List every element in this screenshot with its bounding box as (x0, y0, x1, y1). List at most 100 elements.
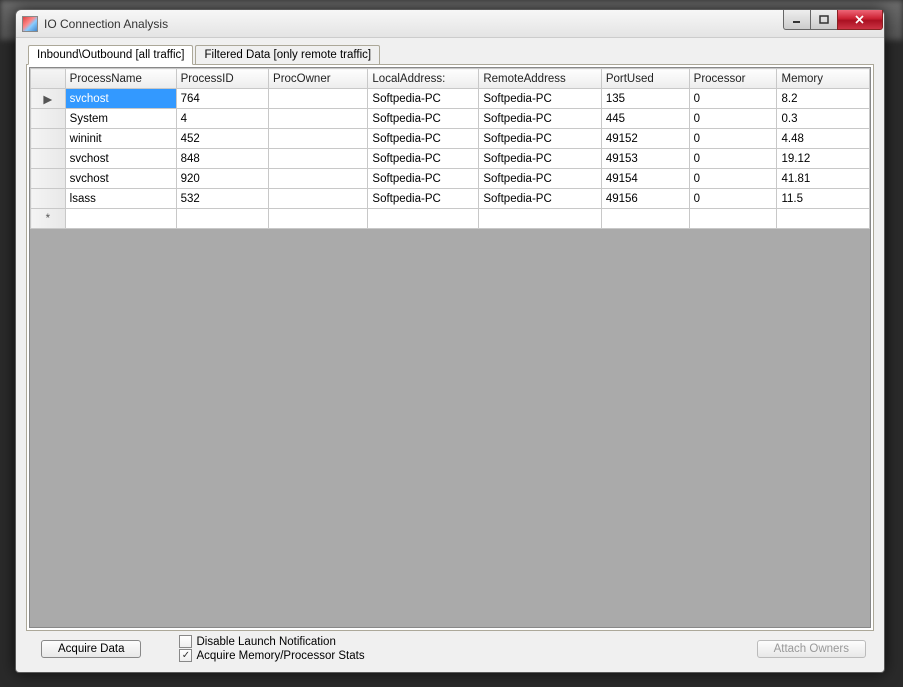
data-grid[interactable]: ProcessNameProcessIDProcOwnerLocalAddres… (29, 67, 871, 628)
cell[interactable]: wininit (65, 129, 176, 149)
cell[interactable] (269, 169, 368, 189)
table-row[interactable]: wininit452Softpedia-PCSoftpedia-PC491520… (31, 129, 870, 149)
table-row[interactable]: System4Softpedia-PCSoftpedia-PC44500.3 (31, 109, 870, 129)
title-bar[interactable]: IO Connection Analysis (16, 10, 884, 38)
cell[interactable]: 0 (689, 189, 777, 209)
cell[interactable]: 4.48 (777, 129, 870, 149)
row-header[interactable]: ▶ (31, 89, 66, 109)
cell[interactable]: 445 (601, 109, 689, 129)
window-controls (784, 10, 884, 30)
cell[interactable] (269, 89, 368, 109)
cell[interactable]: 0 (689, 89, 777, 109)
cell[interactable]: Softpedia-PC (479, 189, 601, 209)
minimize-button[interactable] (783, 10, 811, 30)
cell[interactable]: 11.5 (777, 189, 870, 209)
cell[interactable]: 764 (176, 89, 268, 109)
row-header[interactable] (31, 149, 66, 169)
tab-content: ProcessNameProcessIDProcOwnerLocalAddres… (26, 64, 874, 631)
new-row[interactable]: * (31, 209, 870, 229)
cell[interactable]: lsass (65, 189, 176, 209)
row-header[interactable] (31, 109, 66, 129)
cell[interactable]: Softpedia-PC (479, 89, 601, 109)
cell[interactable]: svchost (65, 89, 176, 109)
cell[interactable]: 8.2 (777, 89, 870, 109)
cell[interactable]: 135 (601, 89, 689, 109)
table-row[interactable]: svchost920Softpedia-PCSoftpedia-PC491540… (31, 169, 870, 189)
cell[interactable]: Softpedia-PC (479, 149, 601, 169)
row-header[interactable] (31, 129, 66, 149)
cell[interactable]: 0.3 (777, 109, 870, 129)
cell[interactable]: svchost (65, 149, 176, 169)
bottom-bar: Acquire Data Disable Launch Notification… (26, 631, 874, 662)
cell[interactable]: Softpedia-PC (368, 149, 479, 169)
cell[interactable]: 49152 (601, 129, 689, 149)
cell[interactable]: 49153 (601, 149, 689, 169)
cell[interactable] (269, 129, 368, 149)
cell[interactable] (479, 209, 601, 229)
attach-owners-button[interactable]: Attach Owners (757, 640, 866, 658)
cell[interactable] (269, 109, 368, 129)
column-header[interactable]: ProcessName (65, 69, 176, 89)
app-icon (22, 16, 38, 32)
cell[interactable] (689, 209, 777, 229)
cell[interactable]: 532 (176, 189, 268, 209)
cell[interactable]: 0 (689, 109, 777, 129)
cell[interactable]: Softpedia-PC (479, 109, 601, 129)
maximize-button[interactable] (810, 10, 838, 30)
checkbox-icon (179, 635, 192, 648)
grid-corner[interactable] (31, 69, 66, 89)
acquire-data-button[interactable]: Acquire Data (41, 640, 141, 658)
cell[interactable]: 0 (689, 129, 777, 149)
cell[interactable] (269, 149, 368, 169)
cell[interactable]: Softpedia-PC (479, 129, 601, 149)
column-header[interactable]: Memory (777, 69, 870, 89)
cell[interactable] (65, 209, 176, 229)
table-row[interactable]: lsass532Softpedia-PCSoftpedia-PC49156011… (31, 189, 870, 209)
cell[interactable] (269, 189, 368, 209)
column-header[interactable]: LocalAddress: (368, 69, 479, 89)
cell[interactable]: Softpedia-PC (368, 109, 479, 129)
cell[interactable]: Softpedia-PC (368, 189, 479, 209)
column-header[interactable]: PortUsed (601, 69, 689, 89)
cell[interactable]: Softpedia-PC (479, 169, 601, 189)
tab-all-traffic[interactable]: Inbound\Outbound [all traffic] (28, 45, 193, 65)
cell[interactable]: Softpedia-PC (368, 89, 479, 109)
disable-launch-checkbox[interactable]: Disable Launch Notification (179, 635, 364, 648)
cell[interactable]: svchost (65, 169, 176, 189)
cell[interactable]: System (65, 109, 176, 129)
cell[interactable]: 848 (176, 149, 268, 169)
acquire-stats-checkbox[interactable]: ✓ Acquire Memory/Processor Stats (179, 649, 364, 662)
app-window: IO Connection Analysis Inbound\Outbound … (15, 9, 885, 673)
table-row[interactable]: ▶svchost764Softpedia-PCSoftpedia-PC13508… (31, 89, 870, 109)
tab-strip: Inbound\Outbound [all traffic] Filtered … (28, 44, 874, 64)
column-header[interactable]: ProcessID (176, 69, 268, 89)
cell[interactable]: 920 (176, 169, 268, 189)
cell[interactable]: 41.81 (777, 169, 870, 189)
tab-filtered[interactable]: Filtered Data [only remote traffic] (195, 45, 380, 65)
cell[interactable]: 452 (176, 129, 268, 149)
table-row[interactable]: svchost848Softpedia-PCSoftpedia-PC491530… (31, 149, 870, 169)
window-title: IO Connection Analysis (44, 17, 784, 31)
cell[interactable]: 49154 (601, 169, 689, 189)
cell[interactable]: 19.12 (777, 149, 870, 169)
close-button[interactable] (837, 10, 883, 30)
cell[interactable] (368, 209, 479, 229)
cell[interactable]: 0 (689, 169, 777, 189)
cell[interactable]: Softpedia-PC (368, 169, 479, 189)
row-header[interactable] (31, 169, 66, 189)
row-header[interactable] (31, 189, 66, 209)
cell[interactable]: 49156 (601, 189, 689, 209)
disable-launch-label: Disable Launch Notification (196, 636, 335, 648)
cell[interactable] (269, 209, 368, 229)
column-header[interactable]: ProcOwner (269, 69, 368, 89)
cell[interactable]: Softpedia-PC (368, 129, 479, 149)
cell[interactable] (777, 209, 870, 229)
cell[interactable]: 0 (689, 149, 777, 169)
cell[interactable] (601, 209, 689, 229)
cell[interactable]: 4 (176, 109, 268, 129)
client-area: Inbound\Outbound [all traffic] Filtered … (16, 38, 884, 672)
column-header[interactable]: RemoteAddress (479, 69, 601, 89)
column-header[interactable]: Processor (689, 69, 777, 89)
new-row-marker: * (31, 209, 66, 229)
cell[interactable] (176, 209, 268, 229)
